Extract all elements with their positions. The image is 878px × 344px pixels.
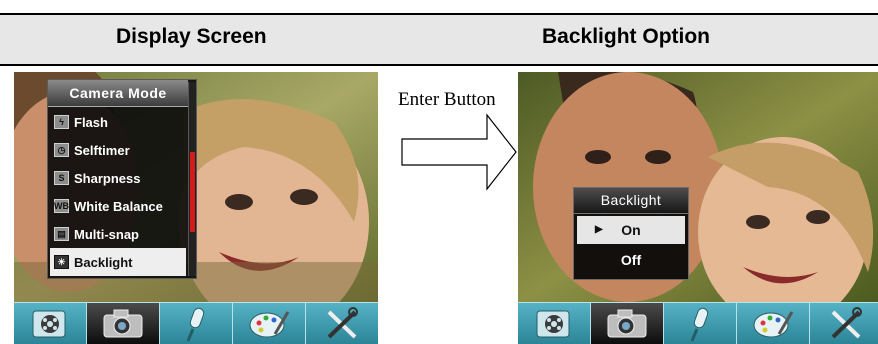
- menu-item-flash[interactable]: ϟ Flash: [50, 108, 186, 136]
- family-photo: [518, 72, 878, 302]
- menu-item-label: Multi-snap: [74, 226, 139, 242]
- dock-settings-button[interactable]: [306, 302, 378, 344]
- backlight-screen: Backlight ▶ On Off: [518, 72, 878, 344]
- popup-title: Backlight: [574, 188, 688, 214]
- dock-camera-button[interactable]: [591, 302, 664, 344]
- menu-scrollbar[interactable]: [188, 82, 196, 276]
- video-reel-icon: [536, 310, 570, 337]
- tools-icon: [831, 306, 862, 338]
- selftimer-icon: ◷: [54, 143, 69, 157]
- menu-item-label: Flash: [74, 114, 108, 130]
- menu-item-white-balance[interactable]: WB White Balance: [50, 192, 186, 220]
- backlight-icon: ☀: [54, 255, 69, 269]
- backlight-option-off[interactable]: Off: [574, 244, 688, 276]
- enter-button-label: Enter Button: [398, 89, 496, 110]
- display-screen-heading: Display Screen: [116, 25, 267, 48]
- menu-item-multi-snap[interactable]: ▤ Multi-snap: [50, 220, 186, 248]
- menu-item-backlight[interactable]: ☀ Backlight: [50, 248, 186, 276]
- video-reel-icon: [32, 310, 66, 337]
- backlight-option-heading: Backlight Option: [542, 25, 710, 48]
- tools-icon: [327, 306, 358, 338]
- microphone-icon: [186, 307, 205, 342]
- mode-dock: [518, 302, 878, 344]
- white-balance-icon: WB: [54, 199, 69, 213]
- dock-settings-button[interactable]: [810, 302, 878, 344]
- option-label: Off: [620, 252, 642, 268]
- backlight-popup: Backlight ▶ On Off: [573, 187, 689, 280]
- menu-item-selftimer[interactable]: ◷ Selftimer: [50, 136, 186, 164]
- menu-item-label: Sharpness: [74, 170, 141, 186]
- menu-title: Camera Mode: [48, 80, 188, 107]
- palette-icon: [753, 310, 794, 337]
- option-label: On: [621, 222, 641, 238]
- flash-icon: ϟ: [54, 115, 69, 129]
- menu-item-label: White Balance: [74, 198, 163, 214]
- dock-playback-button[interactable]: [737, 302, 810, 344]
- camera-icon: [103, 309, 143, 337]
- sharpness-icon: S: [54, 171, 69, 185]
- backlight-option-on[interactable]: ▶ On: [577, 216, 685, 244]
- multi-snap-icon: ▤: [54, 227, 69, 241]
- palette-icon: [249, 310, 290, 337]
- menu-list: ϟ Flash ◷ Selftimer S Sharpness WB White…: [50, 108, 186, 276]
- dock-camera-button[interactable]: [87, 302, 160, 344]
- camera-icon: [607, 309, 647, 337]
- mode-dock: [14, 302, 378, 344]
- menu-item-label: Backlight: [74, 254, 133, 270]
- dock-voice-button[interactable]: [664, 302, 737, 344]
- scrollbar-thumb[interactable]: [190, 152, 195, 232]
- dock-video-button[interactable]: [14, 302, 87, 344]
- menu-item-label: Selftimer: [74, 142, 130, 158]
- display-screen: Camera Mode ϟ Flash ◷ Selftimer S Sharpn…: [14, 72, 378, 344]
- microphone-icon: [690, 307, 709, 342]
- header-bar: Display Screen Backlight Option: [0, 13, 878, 66]
- camera-mode-menu: Camera Mode ϟ Flash ◷ Selftimer S Sharpn…: [47, 79, 197, 279]
- selection-marker-icon: ▶: [595, 224, 603, 235]
- dock-video-button[interactable]: [518, 302, 591, 344]
- dock-playback-button[interactable]: [233, 302, 306, 344]
- right-arrow-icon: [401, 113, 517, 191]
- dock-voice-button[interactable]: [160, 302, 233, 344]
- menu-item-sharpness[interactable]: S Sharpness: [50, 164, 186, 192]
